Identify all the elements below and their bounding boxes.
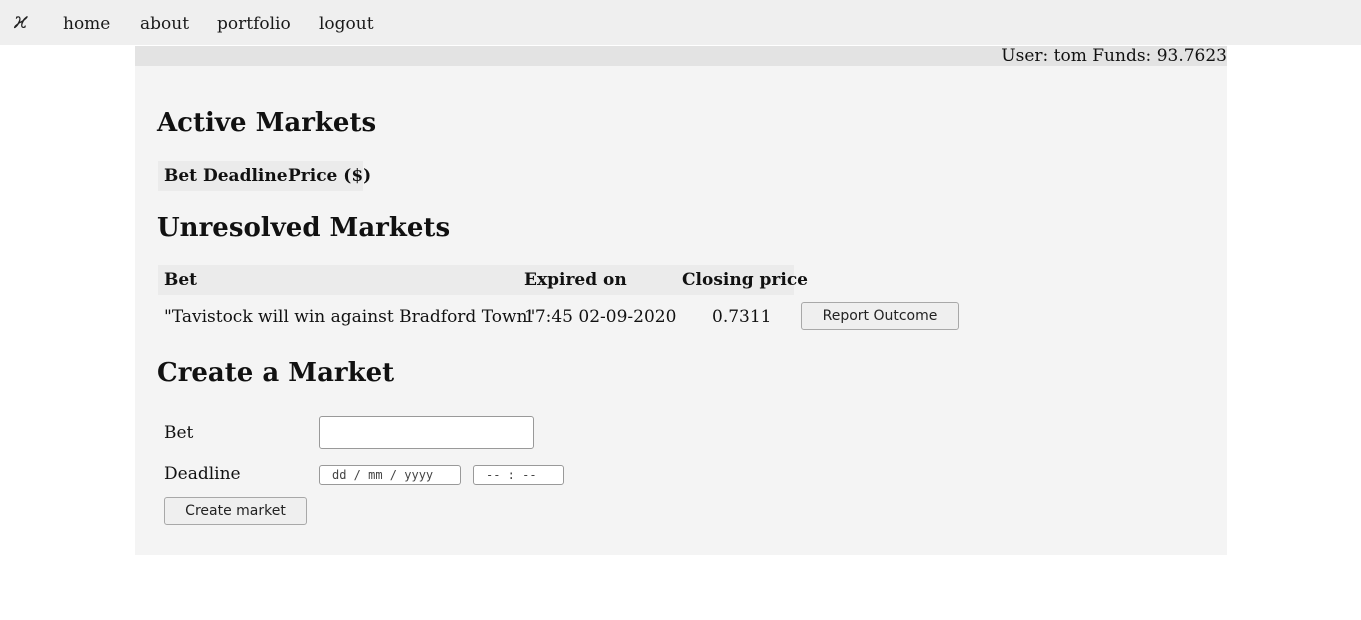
unresolved-header-closing-price: Closing price — [682, 270, 808, 290]
active-header-deadline: Deadline — [203, 166, 288, 186]
create-market-title: Create a Market — [157, 358, 395, 388]
nav-link-home[interactable]: home — [63, 13, 110, 35]
bet-label: Bet — [164, 423, 194, 443]
bet-input[interactable] — [319, 416, 534, 449]
report-outcome-button[interactable]: Report Outcome — [801, 302, 959, 330]
user-funds-info: User: tom Funds: 93.7623 — [1001, 46, 1227, 66]
top-navigation: ϰ home about portfolio logout — [0, 0, 1361, 45]
create-market-button[interactable]: Create market — [164, 497, 307, 525]
active-header-bet: Bet — [164, 166, 198, 186]
deadline-label: Deadline — [164, 464, 241, 484]
main-container: User: tom Funds: 93.7623 Active Markets … — [135, 46, 1227, 555]
active-header-price: Price ($) — [288, 166, 372, 186]
deadline-time-input[interactable]: -- : -- — [473, 465, 564, 485]
nav-link-about[interactable]: about — [140, 13, 189, 35]
unresolved-closing-price-cell: 0.7311 — [712, 307, 772, 327]
nav-link-portfolio[interactable]: portfolio — [217, 13, 291, 35]
deadline-date-input[interactable]: dd / mm / yyyy — [319, 465, 461, 485]
unresolved-bet-cell: "Tavistock will win against Bradford Tow… — [164, 307, 536, 327]
unresolved-markets-title: Unresolved Markets — [157, 213, 451, 243]
user-bar: User: tom Funds: 93.7623 — [135, 46, 1227, 66]
logo-icon[interactable]: ϰ — [14, 9, 28, 35]
unresolved-header-expired: Expired on — [524, 270, 627, 290]
unresolved-header-bet: Bet — [164, 270, 198, 290]
unresolved-expired-cell: 17:45 02-09-2020 — [524, 307, 677, 327]
nav-link-logout[interactable]: logout — [319, 13, 374, 35]
active-markets-title: Active Markets — [157, 108, 377, 138]
